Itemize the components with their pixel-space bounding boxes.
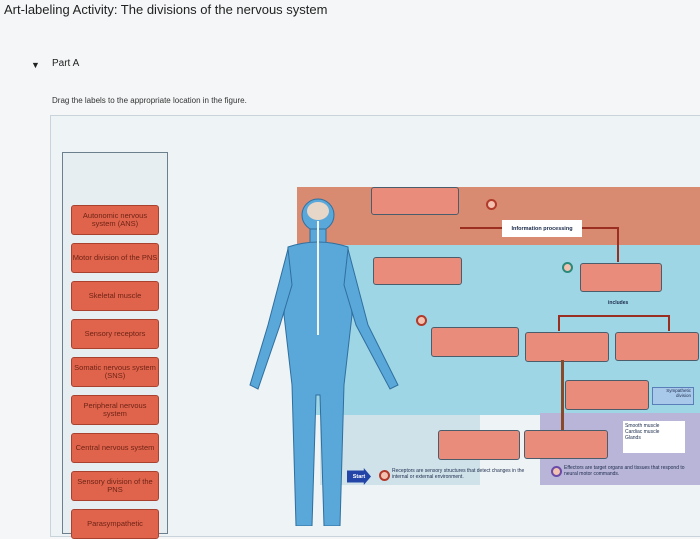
draggable-label[interactable]: Sensory receptors	[71, 319, 159, 349]
drop-zone-5[interactable]	[525, 332, 609, 362]
arrow	[460, 227, 502, 229]
draggable-label[interactable]: Sensory division of the PNS	[71, 471, 159, 501]
effectors-caption: Effectors are target organs and tissues …	[564, 465, 685, 477]
drop-zone-2[interactable]	[373, 257, 462, 285]
drop-zone-6[interactable]	[615, 332, 699, 361]
arrow	[582, 227, 618, 229]
draggable-label[interactable]: Autonomic nervous system (ANS)	[71, 205, 159, 235]
label-bank: Autonomic nervous system (ANS) Motor div…	[62, 152, 168, 539]
draggable-label[interactable]: Peripheral nervous system	[71, 395, 159, 425]
includes-label: includes	[608, 300, 629, 306]
collapse-triangle-icon[interactable]: ▼	[31, 60, 40, 70]
drop-zone-8[interactable]	[524, 430, 608, 459]
drop-zone-3[interactable]	[431, 327, 519, 357]
arrow	[668, 315, 670, 331]
step-4-icon	[416, 315, 427, 326]
arrow	[558, 315, 670, 317]
arrow	[617, 227, 619, 262]
effector-list: Smooth muscle Cardiac muscle Glands	[623, 421, 685, 453]
step-3-icon	[562, 262, 573, 273]
receptors-caption: Receptors are sensory structures that de…	[392, 468, 525, 480]
draggable-label[interactable]: Skeletal muscle	[71, 281, 159, 311]
arrow	[561, 360, 564, 430]
page-title: Art-labeling Activity: The divisions of …	[4, 2, 328, 17]
drop-zone-1[interactable]	[371, 187, 459, 215]
information-processing-box: Information processing	[502, 220, 582, 237]
nervous-system-figure: Information processing includes Sympathe…	[240, 185, 700, 526]
step-5-icon	[551, 466, 562, 477]
part-label[interactable]: Part A	[52, 58, 79, 69]
drop-zone-9[interactable]	[438, 430, 520, 460]
arrow	[558, 315, 560, 331]
drop-zone-4[interactable]	[580, 263, 662, 292]
draggable-label[interactable]: Motor division of the PNS	[71, 243, 159, 273]
draggable-label[interactable]: Parasympathetic	[71, 509, 159, 539]
effector-item: Glands	[625, 435, 641, 441]
step-2-icon	[486, 199, 497, 210]
draggable-label[interactable]: Central nervous system	[71, 433, 159, 463]
step-1-icon	[379, 470, 390, 481]
draggable-label[interactable]: Somatic nervous system (SNS)	[71, 357, 159, 387]
sympathetic-division-box: Sympathetic division	[652, 387, 694, 405]
instruction-text: Drag the labels to the appropriate locat…	[52, 96, 247, 105]
drop-zone-7[interactable]	[565, 380, 649, 410]
